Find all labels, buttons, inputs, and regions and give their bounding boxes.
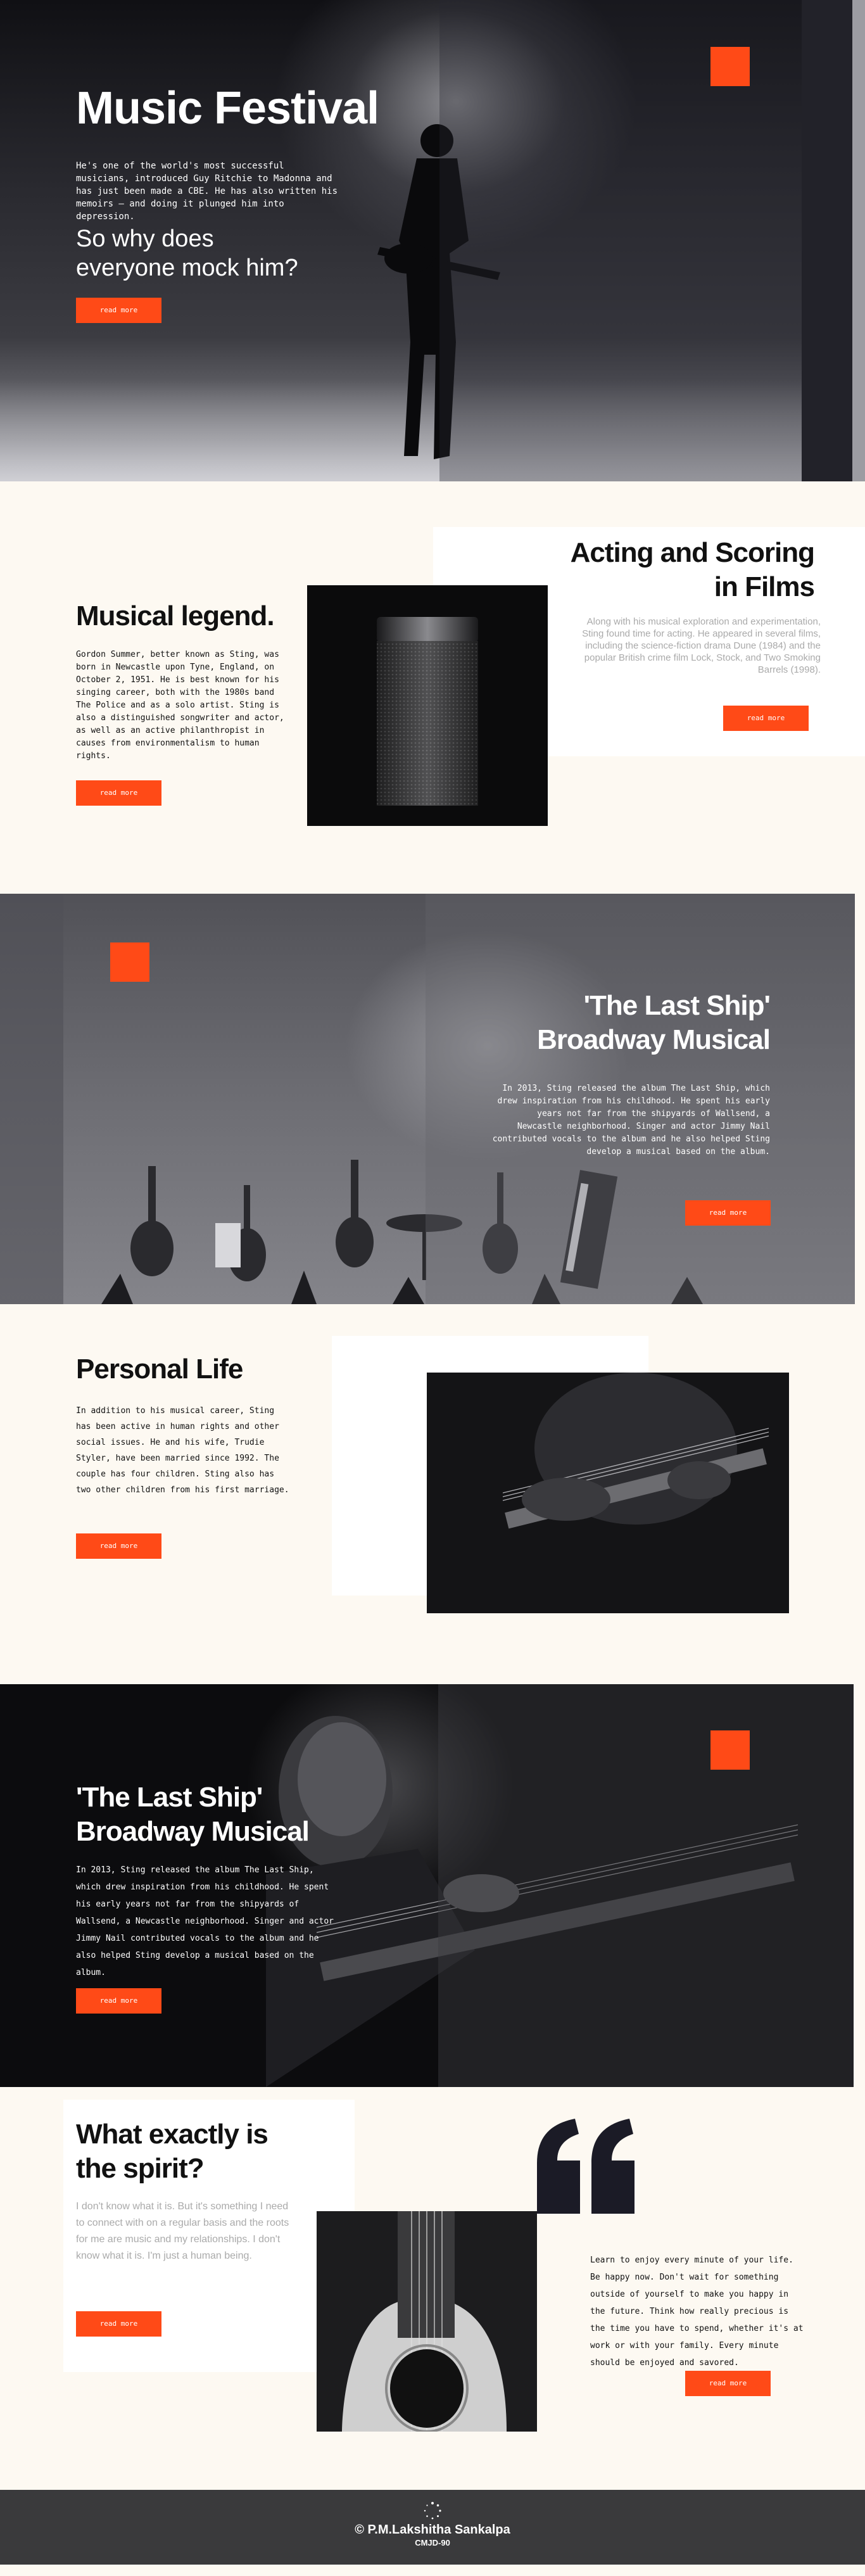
hero-intro: He's one of the world's most successful … (76, 161, 338, 222)
portrait-overlay-panel (438, 1684, 854, 2087)
loading-spinner-icon (424, 2502, 441, 2520)
legend-text: Gordon Summer, better known as Sting, wa… (76, 650, 284, 761)
personal-read-more-button[interactable]: read more (76, 1533, 161, 1559)
hero-edge-strip (852, 0, 865, 481)
ship-text: In 2013, Sting released the album The La… (492, 1084, 770, 1157)
personal-text: In addition to his musical career, Sting… (76, 1406, 289, 1495)
legend-section: Musical legend. Gordon Summer, better kn… (0, 481, 865, 894)
ship-read-more-button[interactable]: read more (685, 1200, 771, 1226)
hero-right-strip (802, 0, 852, 481)
spirit-title: What exactly is the spirit? (76, 2119, 268, 2184)
hero-subtitle: So why does everyone mock him? (76, 225, 298, 281)
films-text: Along with his musical exploration and e… (582, 616, 821, 675)
guitar-player-image (427, 1373, 789, 1613)
right-edge-strip (854, 1684, 865, 2087)
films-title: Acting and Scoring in Films (570, 537, 815, 602)
orange-accent-square (710, 47, 750, 86)
ship2-title: 'The Last Ship' Broadway Musical (76, 1782, 310, 1847)
hero-section: Music Festival He's one of the world's m… (0, 0, 865, 481)
last-ship-section: 'The Last Ship' Broadway Musical In 2013… (0, 894, 865, 1304)
footer-code: CMJD-90 (415, 2538, 450, 2547)
films-read-more-button[interactable]: read more (723, 706, 809, 731)
right-edge-strip (855, 894, 865, 1304)
orange-accent-square (710, 1730, 750, 1770)
quote-read-more-button[interactable]: read more (685, 2371, 771, 2396)
legend-title: Musical legend. (76, 600, 275, 631)
hero-read-more-button[interactable]: read more (76, 298, 161, 323)
last-ship-second-section: 'The Last Ship' Broadway Musical In 2013… (0, 1684, 865, 2087)
legend-read-more-button[interactable]: read more (76, 780, 161, 806)
left-shade-panel (0, 894, 63, 1304)
acoustic-guitar-image (317, 2211, 537, 2432)
personal-title: Personal Life (76, 1354, 243, 1385)
quote-text: Learn to enjoy every minute of your life… (590, 2256, 804, 2368)
ship2-read-more-button[interactable]: read more (76, 1988, 161, 2014)
footer-author: © P.M.Lakshitha Sankalpa (355, 2523, 510, 2537)
quote-mark-icon (537, 2119, 635, 2214)
microphone-image (307, 585, 548, 826)
spirit-text: I don't know what it is. But it's someth… (76, 2201, 289, 2261)
ship-title: 'The Last Ship' Broadway Musical (537, 990, 771, 1055)
spirit-section: What exactly is the spirit? I don't know… (0, 2087, 865, 2490)
ship2-text: In 2013, Sting released the album The La… (76, 1865, 334, 1977)
hero-title: Music Festival (76, 83, 379, 134)
orange-accent-square (110, 942, 149, 982)
personal-life-section: Personal Life In addition to his musical… (0, 1304, 865, 1684)
spirit-read-more-button[interactable]: read more (76, 2311, 161, 2337)
footer: © P.M.Lakshitha Sankalpa CMJD-90 (0, 2490, 865, 2565)
